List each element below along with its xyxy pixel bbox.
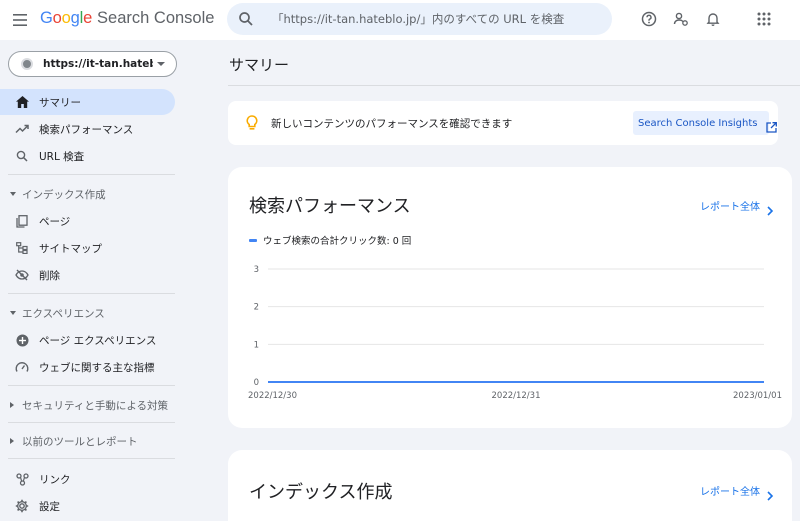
sidebar-divider bbox=[8, 293, 175, 294]
x-tick-label: 2022/12/30 bbox=[248, 391, 297, 401]
sidebar-item-label: ページ エクスペリエンス bbox=[39, 334, 157, 347]
expand-arrow-icon bbox=[10, 311, 16, 315]
add-circle-icon bbox=[15, 333, 29, 347]
search-console-insights-button[interactable]: Search Console Insights bbox=[633, 111, 777, 135]
dropdown-caret-icon bbox=[157, 62, 165, 66]
search-icon bbox=[15, 149, 29, 163]
section-indexing-toggle[interactable]: インデックス作成 bbox=[0, 183, 175, 205]
page-title: サマリー bbox=[229, 56, 290, 74]
full-report-label: レポート全体 bbox=[700, 202, 760, 213]
property-selector[interactable]: https://it-tan.hatebl... bbox=[8, 51, 177, 77]
section-label: セキュリティと手動による対策 bbox=[22, 399, 169, 412]
y-tick-label: 1 bbox=[254, 340, 259, 350]
sidebar-item-label: 検索パフォーマンス bbox=[39, 123, 134, 136]
sidebar-divider bbox=[8, 422, 175, 423]
indexing-card: インデックス作成 レポート全体 bbox=[228, 450, 792, 521]
legend-series-swatch bbox=[249, 238, 257, 242]
insights-message: 新しいコンテンツのパフォーマンスを確認できます bbox=[271, 118, 513, 130]
section-security-toggle[interactable]: セキュリティと手動による対策 bbox=[0, 394, 175, 416]
indexing-card-title: インデックス作成 bbox=[249, 482, 393, 503]
section-label: 以前のツールとレポート bbox=[22, 435, 138, 448]
sidebar-item-pages[interactable]: ページ bbox=[0, 208, 175, 234]
chevron-right-icon bbox=[766, 201, 774, 216]
inspect-search-bar[interactable] bbox=[227, 3, 612, 35]
chart-legend: ウェブ検索の合計クリック数: 0 回 bbox=[249, 233, 411, 247]
sidebar-item-performance[interactable]: 検索パフォーマンス bbox=[0, 116, 175, 142]
indexing-full-report-link[interactable]: レポート全体 bbox=[700, 483, 774, 501]
y-tick-label: 0 bbox=[254, 378, 259, 388]
sidebar-item-page-experience[interactable]: ページ エクスペリエンス bbox=[0, 327, 175, 353]
legend-series-label: ウェブ検索の合計クリック数: 0 回 bbox=[263, 236, 412, 247]
sidebar-divider bbox=[8, 458, 175, 459]
sidebar-item-removals[interactable]: 削除 bbox=[0, 262, 175, 288]
collapsed-arrow-icon bbox=[10, 438, 14, 444]
performance-full-report-link[interactable]: レポート全体 bbox=[700, 198, 774, 216]
sidebar-item-sitemaps[interactable]: サイトマップ bbox=[0, 235, 175, 261]
top-app-bar: Google Search Console bbox=[0, 0, 800, 40]
sidebar-item-core-web-vitals[interactable]: ウェブに関する主な指標 bbox=[0, 354, 175, 380]
logo-letter: o bbox=[52, 9, 62, 27]
sidebar-item-label: 削除 bbox=[39, 269, 60, 282]
full-report-label: レポート全体 bbox=[700, 487, 760, 498]
x-tick-label: 2022/12/31 bbox=[492, 391, 541, 401]
notifications-bell-icon[interactable] bbox=[704, 10, 722, 28]
section-label: エクスペリエンス bbox=[22, 307, 105, 320]
sidebar-item-label: 設定 bbox=[39, 500, 60, 513]
sidebar-nav: https://it-tan.hatebl... サマリー 検索パフォーマンス … bbox=[0, 40, 185, 521]
section-label: インデックス作成 bbox=[22, 188, 106, 201]
hamburger-menu-icon[interactable] bbox=[10, 10, 30, 30]
logo-product-name: Search Console bbox=[97, 9, 215, 27]
google-apps-icon[interactable] bbox=[755, 10, 773, 28]
home-icon bbox=[15, 95, 29, 109]
help-icon[interactable] bbox=[640, 10, 658, 28]
sidebar-item-label: ウェブに関する主な指標 bbox=[39, 361, 155, 374]
insights-button-label: Search Console Insights bbox=[638, 117, 758, 129]
sidebar-item-label: URL 検査 bbox=[39, 150, 85, 163]
sidebar-divider bbox=[8, 174, 175, 175]
sidebar-item-summary[interactable]: サマリー bbox=[0, 89, 175, 115]
x-tick-label: 2023/01/01 bbox=[733, 391, 782, 401]
pages-icon bbox=[15, 214, 29, 228]
manage-users-icon[interactable] bbox=[672, 10, 690, 28]
lightbulb-icon bbox=[246, 115, 258, 131]
sitemap-icon bbox=[15, 241, 29, 255]
sidebar-item-label: リンク bbox=[39, 473, 71, 486]
y-tick-label: 2 bbox=[254, 303, 259, 313]
collapsed-arrow-icon bbox=[10, 402, 14, 408]
gear-icon bbox=[15, 499, 29, 513]
logo-letter: G bbox=[40, 9, 53, 27]
sidebar-item-label: サマリー bbox=[39, 96, 81, 109]
section-legacy-tools-toggle[interactable]: 以前のツールとレポート bbox=[0, 430, 175, 452]
clicks-line-chart: 0 1 2 3 2022/12/30 2022/12/31 2023/01/01 bbox=[248, 265, 782, 401]
sidebar-item-label: ページ bbox=[39, 215, 71, 228]
sidebar-item-settings[interactable]: 設定 bbox=[0, 493, 175, 519]
title-divider bbox=[228, 85, 800, 86]
logo-letter: o bbox=[61, 9, 71, 27]
speed-gauge-icon bbox=[15, 360, 29, 374]
insights-banner: 新しいコンテンツのパフォーマンスを確認できます Search Console I… bbox=[228, 101, 778, 145]
search-console-logo[interactable]: Google Search Console bbox=[40, 9, 214, 31]
visibility-off-icon bbox=[15, 268, 29, 282]
section-experience-toggle[interactable]: エクスペリエンス bbox=[0, 302, 175, 324]
logo-letter: e bbox=[83, 9, 93, 27]
search-performance-card: 検索パフォーマンス レポート全体 ウェブ検索の合計クリック数: 0 回 0 1 2 3… bbox=[228, 167, 792, 428]
property-globe-icon bbox=[21, 58, 33, 70]
trending-up-icon bbox=[15, 122, 29, 136]
performance-card-title: 検索パフォーマンス bbox=[249, 196, 411, 217]
logo-letter: g bbox=[70, 9, 80, 27]
property-label: https://it-tan.hatebl... bbox=[43, 58, 153, 70]
expand-arrow-icon bbox=[10, 192, 16, 196]
sidebar-item-label: サイトマップ bbox=[39, 242, 102, 255]
open-in-new-icon bbox=[765, 118, 777, 133]
search-icon[interactable] bbox=[238, 11, 254, 27]
sidebar-item-links[interactable]: リンク bbox=[0, 466, 175, 492]
inspect-url-input[interactable] bbox=[272, 12, 592, 26]
chevron-right-icon bbox=[766, 486, 774, 501]
y-tick-label: 3 bbox=[254, 265, 259, 275]
links-icon bbox=[15, 472, 29, 486]
sidebar-divider bbox=[8, 385, 175, 386]
sidebar-item-url-inspection[interactable]: URL 検査 bbox=[0, 143, 175, 169]
